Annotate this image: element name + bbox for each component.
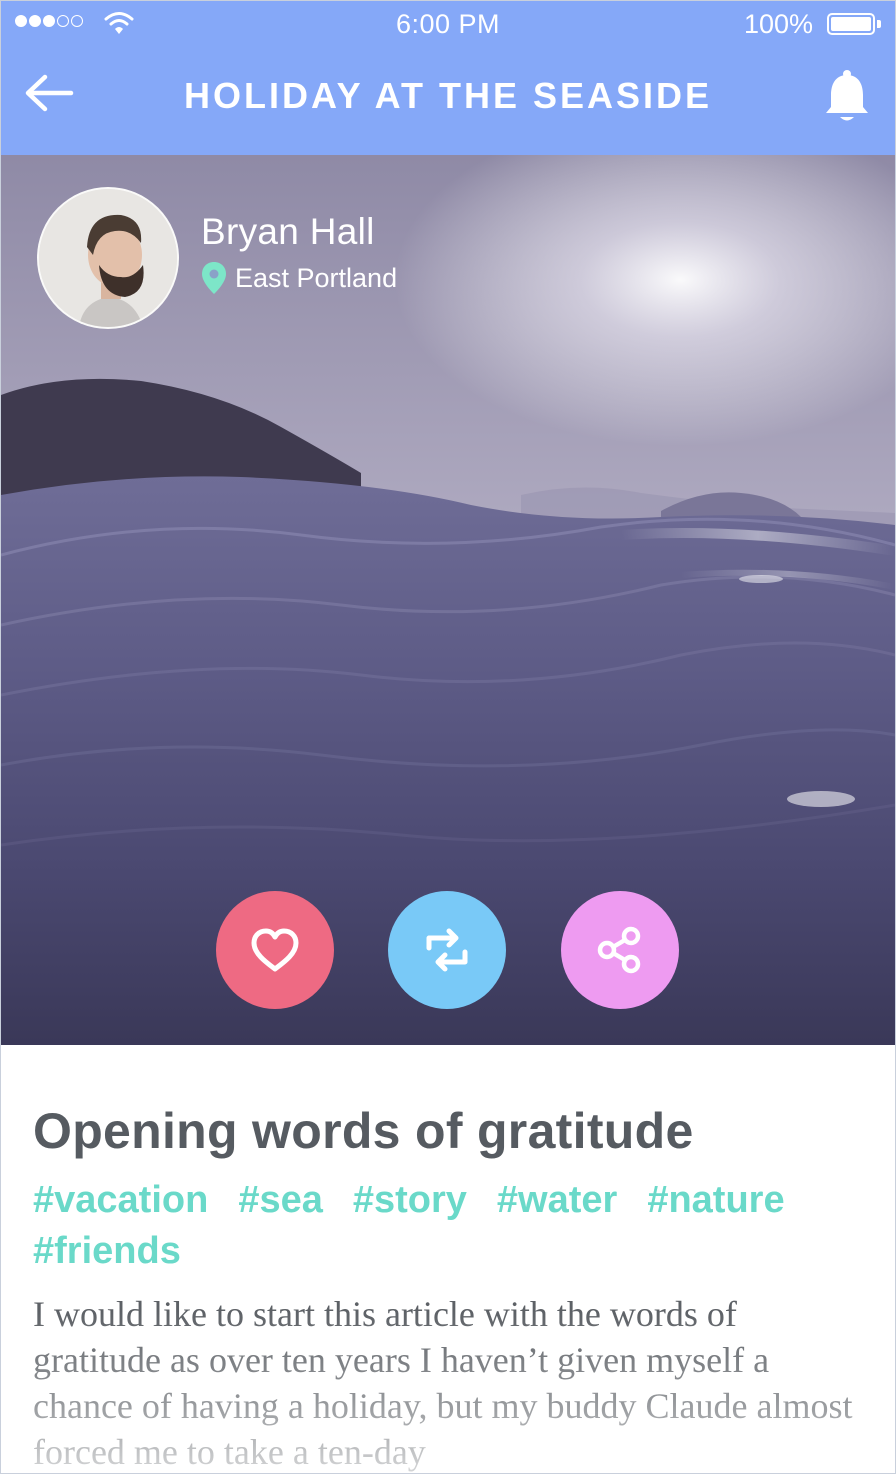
article-title: Opening words of gratitude [33,1103,694,1159]
tag-story[interactable]: #story [353,1175,467,1226]
location-label: East Portland [235,262,398,293]
header: 6:00 PM 100% HOLIDAY AT THE SEASIDE [1,1,895,155]
author-name[interactable]: Bryan Hall [201,211,397,253]
tag-friends[interactable]: #friends [33,1226,181,1277]
battery-percent: 100% [743,9,813,39]
tag-nature[interactable]: #nature [647,1175,784,1226]
avatar[interactable] [37,187,179,329]
share-button[interactable] [561,891,679,1009]
author-portrait [39,189,177,327]
heart-icon [251,928,299,972]
battery-icon [827,13,881,37]
hero-photo: Bryan Hall East Portland [1,155,895,1045]
tag-vacation[interactable]: #vacation [33,1175,208,1226]
author-location: East Portland [201,261,397,295]
map-pin-icon [202,262,226,294]
page-title: HOLIDAY AT THE SEASIDE [183,75,713,116]
app-screen: 6:00 PM 100% HOLIDAY AT THE SEASIDE Brya… [0,0,896,1474]
repost-button[interactable] [388,891,506,1009]
post-actions [1,891,895,1011]
like-button[interactable] [216,891,334,1009]
article-body: I would like to start this article with … [33,1294,853,1472]
post-author: Bryan Hall East Portland [37,187,397,329]
tag-list: #vacation #sea #story #water #nature #fr… [33,1175,793,1277]
author-meta: Bryan Hall East Portland [201,211,397,295]
status-bar: 6:00 PM 100% [1,1,895,47]
article: Opening words of gratitude #vacation #se… [33,1045,873,1473]
notifications-button[interactable] [823,69,871,125]
share-icon [597,926,641,974]
tag-water[interactable]: #water [497,1175,617,1226]
tag-sea[interactable]: #sea [238,1175,323,1226]
repost-icon [426,928,468,972]
bell-icon [826,70,868,121]
nav-bar: HOLIDAY AT THE SEASIDE [1,47,895,155]
